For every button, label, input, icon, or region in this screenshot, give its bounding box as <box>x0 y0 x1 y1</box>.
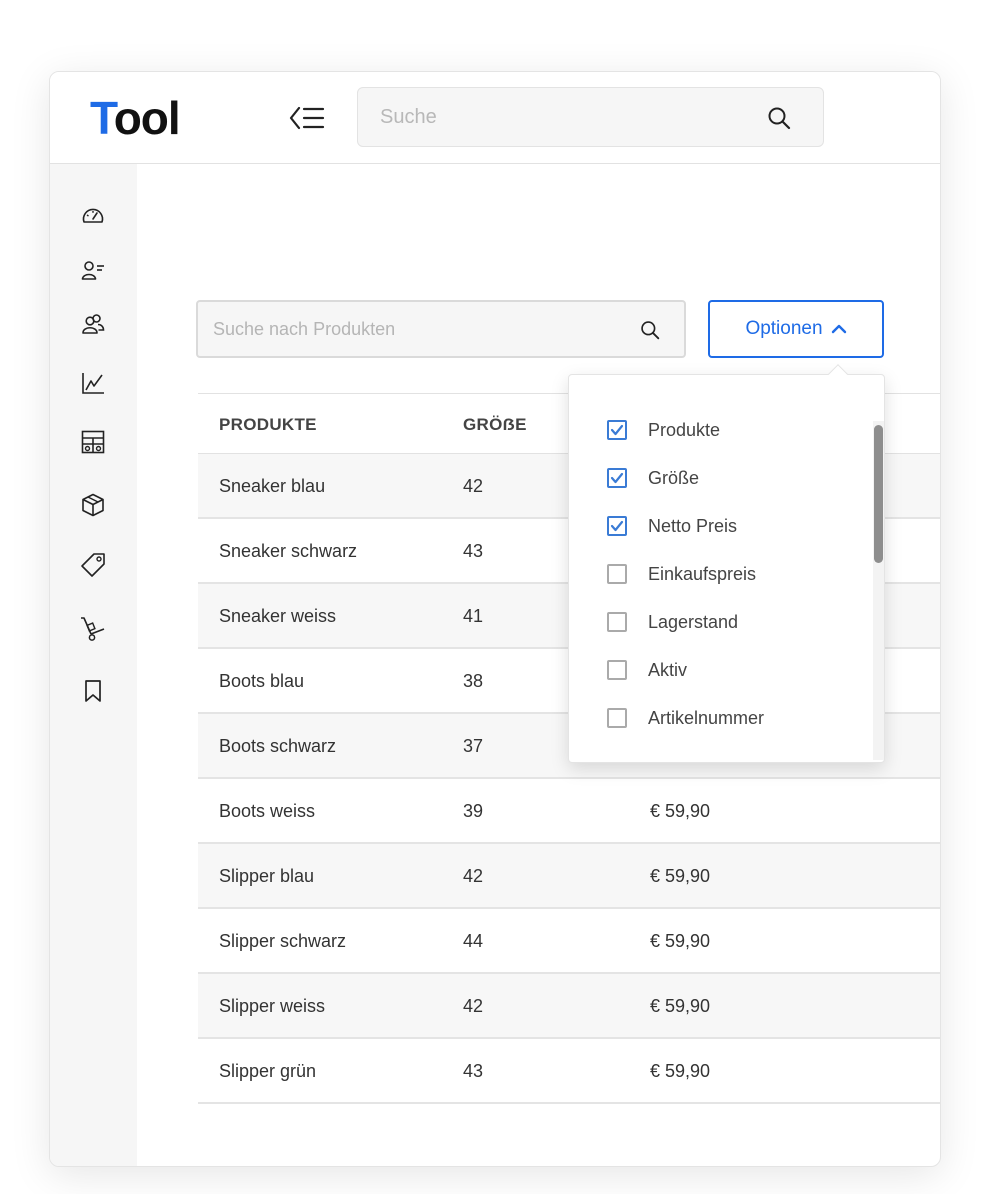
column-option[interactable]: Einkaufspreis <box>607 559 857 589</box>
checkbox-unchecked[interactable] <box>607 564 627 584</box>
product-name-cell: Sneaker blau <box>219 476 326 496</box>
layout-icon <box>81 430 105 454</box>
logo-accent-letter: T <box>90 92 115 144</box>
product-name-cell: Slipper blau <box>219 866 315 886</box>
column-option-label: Artikelnummer <box>648 707 765 728</box>
column-header-products[interactable]: PRODUKTE <box>219 415 317 435</box>
check-icon <box>610 424 624 436</box>
sidebar-item-users[interactable] <box>80 311 106 337</box>
column-option-label: Einkaufspreis <box>648 563 757 584</box>
product-name-cell: Slipper grün <box>219 1061 317 1081</box>
product-price-cell: € 59,90 <box>650 996 711 1016</box>
product-size-cell: 42 <box>463 866 484 886</box>
column-option[interactable]: Aktiv <box>607 655 857 685</box>
column-option[interactable]: Produkte <box>607 415 857 445</box>
table-row[interactable]: Slipper schwarz 44 € 59,90 <box>198 909 940 974</box>
column-option[interactable]: Netto Preis <box>607 511 857 541</box>
sidebar <box>50 164 137 1166</box>
column-option[interactable]: Artikelnummer <box>607 703 857 733</box>
table-row[interactable]: Slipper weiss 42 € 59,90 <box>198 974 940 1039</box>
table-row[interactable]: Boots weiss 39 € 59,90 <box>198 779 940 844</box>
collapse-menu-icon <box>289 106 325 130</box>
logo[interactable]: Tool <box>90 92 181 144</box>
product-name-cell: Boots schwarz <box>219 736 337 756</box>
product-price-cell: € 59,90 <box>650 931 711 951</box>
dropdown-caret <box>828 364 848 384</box>
table-row[interactable]: Slipper grün 43 € 59,90 <box>198 1039 940 1104</box>
options-button[interactable]: Optionen <box>708 300 884 358</box>
sidebar-item-user-list[interactable] <box>80 257 106 283</box>
product-price-cell: € 59,90 <box>650 801 711 821</box>
product-size-cell: 37 <box>463 736 484 756</box>
top-bar: Tool <box>50 72 940 164</box>
column-header-size[interactable]: GRÖẞE <box>463 415 527 435</box>
dashboard-icon <box>82 208 104 223</box>
search-icon[interactable] <box>767 106 791 135</box>
global-search-input[interactable] <box>380 101 740 133</box>
checkbox-checked[interactable] <box>607 468 627 488</box>
product-size-cell: 44 <box>463 931 484 951</box>
box-icon <box>82 493 104 517</box>
table-row[interactable]: Slipper blau 42 € 59,90 <box>198 844 940 909</box>
sidebar-item-dashboard[interactable] <box>80 204 106 230</box>
product-size-cell: 43 <box>463 1061 484 1081</box>
checkbox-unchecked[interactable] <box>607 660 627 680</box>
product-size-cell: 38 <box>463 671 484 691</box>
checkbox-checked[interactable] <box>607 420 627 440</box>
sidebar-item-bookmarks[interactable] <box>80 678 106 704</box>
column-option[interactable]: Lagerstand <box>607 607 857 637</box>
collapse-menu-button[interactable] <box>288 102 326 134</box>
search-icon[interactable] <box>640 320 660 345</box>
product-price-cell: € 59,90 <box>650 866 711 886</box>
product-price-cell: € 59,90 <box>650 1061 711 1081</box>
product-search <box>196 300 686 358</box>
product-size-cell: 42 <box>463 476 484 496</box>
product-search-input[interactable] <box>213 314 613 344</box>
sidebar-item-layout[interactable] <box>80 429 106 455</box>
chart-icon <box>82 373 104 394</box>
app-window: Tool Suche Suche nach Produkten Optionen… <box>49 71 941 1167</box>
sidebar-item-tags[interactable] <box>80 552 106 578</box>
sidebar-item-shipping[interactable] <box>80 616 106 642</box>
column-option[interactable]: Größe <box>607 463 857 493</box>
product-name-cell: Slipper schwarz <box>219 931 347 951</box>
product-size-cell: 42 <box>463 996 484 1016</box>
product-name-cell: Boots weiss <box>219 801 316 821</box>
global-search <box>357 87 824 147</box>
product-size-cell: 41 <box>463 606 484 626</box>
checkbox-unchecked[interactable] <box>607 708 627 728</box>
checkbox-checked[interactable] <box>607 516 627 536</box>
product-name-cell: Boots blau <box>219 671 305 691</box>
sidebar-item-statistics[interactable] <box>80 370 106 396</box>
column-option-label: Lagerstand <box>648 611 739 632</box>
logo-text: ool <box>113 92 181 144</box>
column-option-label: Netto Preis <box>648 515 738 536</box>
dropdown-scrollbar-thumb[interactable] <box>874 425 883 563</box>
sidebar-item-products[interactable] <box>80 492 106 518</box>
check-icon <box>610 520 624 532</box>
product-name-cell: Sneaker weiss <box>219 606 337 626</box>
users-icon <box>82 314 105 334</box>
tag-icon <box>81 553 105 577</box>
options-button-label: Optionen <box>745 318 823 339</box>
checkbox-unchecked[interactable] <box>607 612 627 632</box>
hand-truck-icon <box>81 617 105 641</box>
bookmark-icon <box>85 680 101 702</box>
column-option-label: Aktiv <box>648 659 688 680</box>
user-list-icon <box>81 261 104 280</box>
product-size-cell: 43 <box>463 541 484 561</box>
check-icon <box>610 472 624 484</box>
product-name-cell: Slipper weiss <box>219 996 326 1016</box>
column-options-dropdown: Produkte Größe Netto Preis Einkaufspreis Lag… <box>568 364 885 763</box>
product-size-cell: 39 <box>463 801 484 821</box>
product-name-cell: Sneaker schwarz <box>219 541 358 561</box>
chevron-up-icon <box>831 324 846 334</box>
column-option-label: Produkte <box>648 419 721 440</box>
column-option-label: Größe <box>648 467 700 488</box>
